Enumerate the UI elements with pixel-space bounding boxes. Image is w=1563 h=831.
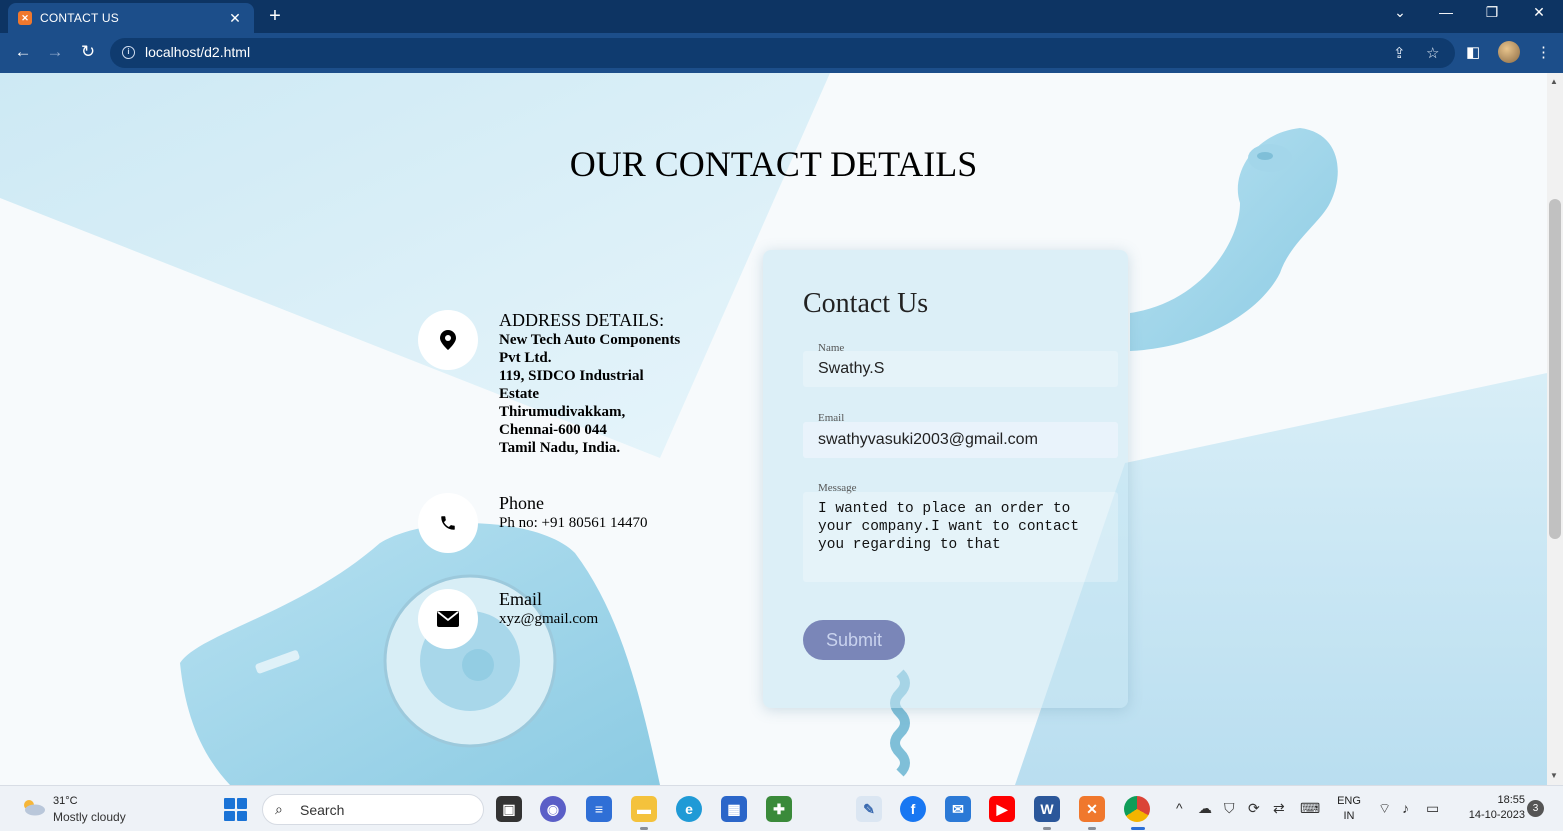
scroll-thumb[interactable] bbox=[1549, 199, 1561, 539]
file-explorer-icon[interactable]: ▬ bbox=[631, 796, 657, 822]
clock-date[interactable]: 14-10-2023 bbox=[1457, 809, 1525, 821]
xampp-icon[interactable]: ✕ bbox=[1079, 796, 1105, 822]
address-line: Estate bbox=[499, 386, 539, 402]
store-icon[interactable]: ▦ bbox=[721, 796, 747, 822]
email-input[interactable]: swathyvasuki2003@gmail.com bbox=[803, 422, 1118, 458]
url-text[interactable]: localhost/d2.html bbox=[145, 44, 250, 60]
site-info-icon[interactable]: i bbox=[122, 46, 135, 59]
language-region[interactable]: IN bbox=[1334, 810, 1364, 822]
windows-taskbar: 31°C Mostly cloudy ⌕ Search ▣ ◉ ≡ ▬ e ▦ … bbox=[0, 785, 1563, 831]
address-line: Pvt Ltd. bbox=[499, 350, 552, 366]
chat-icon[interactable]: ◉ bbox=[540, 796, 566, 822]
bookmark-star-icon[interactable]: ☆ bbox=[1426, 44, 1439, 62]
word-icon[interactable]: W bbox=[1034, 796, 1060, 822]
volume-icon[interactable]: ♪ bbox=[1402, 800, 1409, 816]
windows-start-icon[interactable] bbox=[224, 798, 247, 821]
side-panel-icon[interactable]: ◧ bbox=[1466, 43, 1480, 61]
tab-search-dropdown-icon[interactable]: ⌄ bbox=[1387, 4, 1413, 21]
browser-toolbar: ← → ↻ i localhost/d2.html ⇪ ☆ ◧ ⋮ bbox=[0, 33, 1563, 73]
address-bar[interactable]: i localhost/d2.html ⇪ ☆ bbox=[110, 38, 1455, 68]
tray-cloud-icon[interactable]: ☁ bbox=[1198, 800, 1212, 817]
web-page: OUR CONTACT DETAILS ADDRESS DETAILS: New… bbox=[0, 73, 1547, 785]
address-line: 119, SIDCO Industrial bbox=[499, 368, 644, 384]
notification-badge[interactable]: 3 bbox=[1527, 800, 1544, 817]
wifi-icon[interactable]: ⌔ bbox=[1378, 800, 1391, 818]
envelope-icon bbox=[418, 589, 478, 649]
active-indicator bbox=[1131, 827, 1145, 830]
search-placeholder: Search bbox=[300, 802, 345, 818]
browser-tab[interactable]: ✕ CONTACT US ✕ bbox=[8, 3, 254, 33]
close-window-button[interactable]: ✕ bbox=[1526, 4, 1552, 21]
running-indicator bbox=[1088, 827, 1096, 830]
email-title: Email bbox=[499, 589, 542, 609]
reload-icon[interactable]: ↻ bbox=[77, 42, 99, 62]
task-view-icon[interactable]: ▣ bbox=[496, 796, 522, 822]
browser-tab-bar: ✕ CONTACT US ✕ + ⌄ — ❐ ✕ bbox=[0, 0, 1563, 33]
taskbar-search[interactable]: ⌕ Search bbox=[262, 794, 484, 825]
menu-kebab-icon[interactable]: ⋮ bbox=[1536, 43, 1551, 61]
chrome-icon[interactable] bbox=[1124, 796, 1150, 822]
phone-icon bbox=[418, 493, 478, 553]
weather-description[interactable]: Mostly cloudy bbox=[53, 810, 126, 824]
scroll-down-arrow-icon[interactable]: ▼ bbox=[1550, 771, 1558, 780]
mail-icon[interactable]: ✉ bbox=[945, 796, 971, 822]
edge-icon[interactable]: e bbox=[676, 796, 702, 822]
tab-title: CONTACT US bbox=[40, 11, 119, 25]
back-arrow-icon[interactable]: ← bbox=[12, 42, 34, 62]
address-title: ADDRESS DETAILS: bbox=[499, 310, 665, 330]
facebook-icon[interactable]: f bbox=[900, 796, 926, 822]
address-line: Thirumudivakkam, bbox=[499, 404, 626, 420]
clock-time[interactable]: 18:55 bbox=[1457, 794, 1525, 806]
keyboard-icon[interactable]: ⌨ bbox=[1300, 800, 1320, 817]
app-doc-icon[interactable]: ✎ bbox=[856, 796, 882, 822]
weather-temperature[interactable]: 31°C bbox=[53, 795, 78, 807]
name-input[interactable]: Swathy.S bbox=[803, 351, 1118, 387]
map-pin-icon bbox=[418, 310, 478, 370]
phone-number: Ph no: +91 80561 14470 bbox=[499, 515, 648, 531]
new-tab-button[interactable]: + bbox=[264, 5, 286, 28]
minimize-button[interactable]: — bbox=[1433, 4, 1459, 20]
scroll-up-arrow-icon[interactable]: ▲ bbox=[1550, 77, 1558, 86]
xampp-favicon-icon: ✕ bbox=[18, 11, 32, 25]
address-line: New Tech Auto Components bbox=[499, 332, 681, 348]
phone-title: Phone bbox=[499, 493, 544, 513]
restore-button[interactable]: ❐ bbox=[1479, 4, 1505, 21]
notepad-icon[interactable]: ≡ bbox=[586, 796, 612, 822]
submit-button[interactable]: Submit bbox=[803, 620, 905, 660]
page-heading: OUR CONTACT DETAILS bbox=[569, 144, 978, 184]
email-address: xyz@gmail.com bbox=[499, 611, 599, 627]
cloud-weather-icon[interactable] bbox=[20, 798, 46, 816]
app-plus-icon[interactable]: ✚ bbox=[766, 796, 792, 822]
profile-avatar[interactable] bbox=[1498, 41, 1520, 63]
search-icon: ⌕ bbox=[275, 801, 283, 817]
page-scrollbar[interactable]: ▲ ▼ bbox=[1547, 73, 1563, 785]
running-indicator bbox=[640, 827, 648, 830]
language-code[interactable]: ENG bbox=[1334, 795, 1364, 807]
message-textarea[interactable]: I wanted to place an order to your compa… bbox=[803, 492, 1118, 582]
tray-sync-icon[interactable]: ⇄ bbox=[1273, 800, 1285, 817]
battery-icon[interactable]: ▭ bbox=[1426, 800, 1439, 817]
form-title: Contact Us bbox=[803, 288, 929, 319]
address-line: Chennai-600 044 bbox=[499, 422, 607, 438]
running-indicator bbox=[1043, 827, 1051, 830]
tray-update-icon[interactable]: ⟳ bbox=[1248, 800, 1260, 817]
tab-close-icon[interactable]: ✕ bbox=[226, 10, 244, 27]
tray-chevron-up-icon[interactable]: ^ bbox=[1176, 800, 1183, 816]
youtube-icon[interactable]: ▶ bbox=[989, 796, 1015, 822]
contact-form: Contact Us Name Swathy.S Email swathyvas… bbox=[763, 250, 1128, 708]
tray-shield-icon[interactable]: ⛉ bbox=[1224, 800, 1235, 817]
share-icon[interactable]: ⇪ bbox=[1393, 44, 1406, 62]
forward-arrow-icon[interactable]: → bbox=[44, 42, 66, 62]
address-block: New Tech Auto Components Pvt Ltd. 119, S… bbox=[499, 331, 709, 457]
address-line: Tamil Nadu, India. bbox=[499, 440, 621, 456]
